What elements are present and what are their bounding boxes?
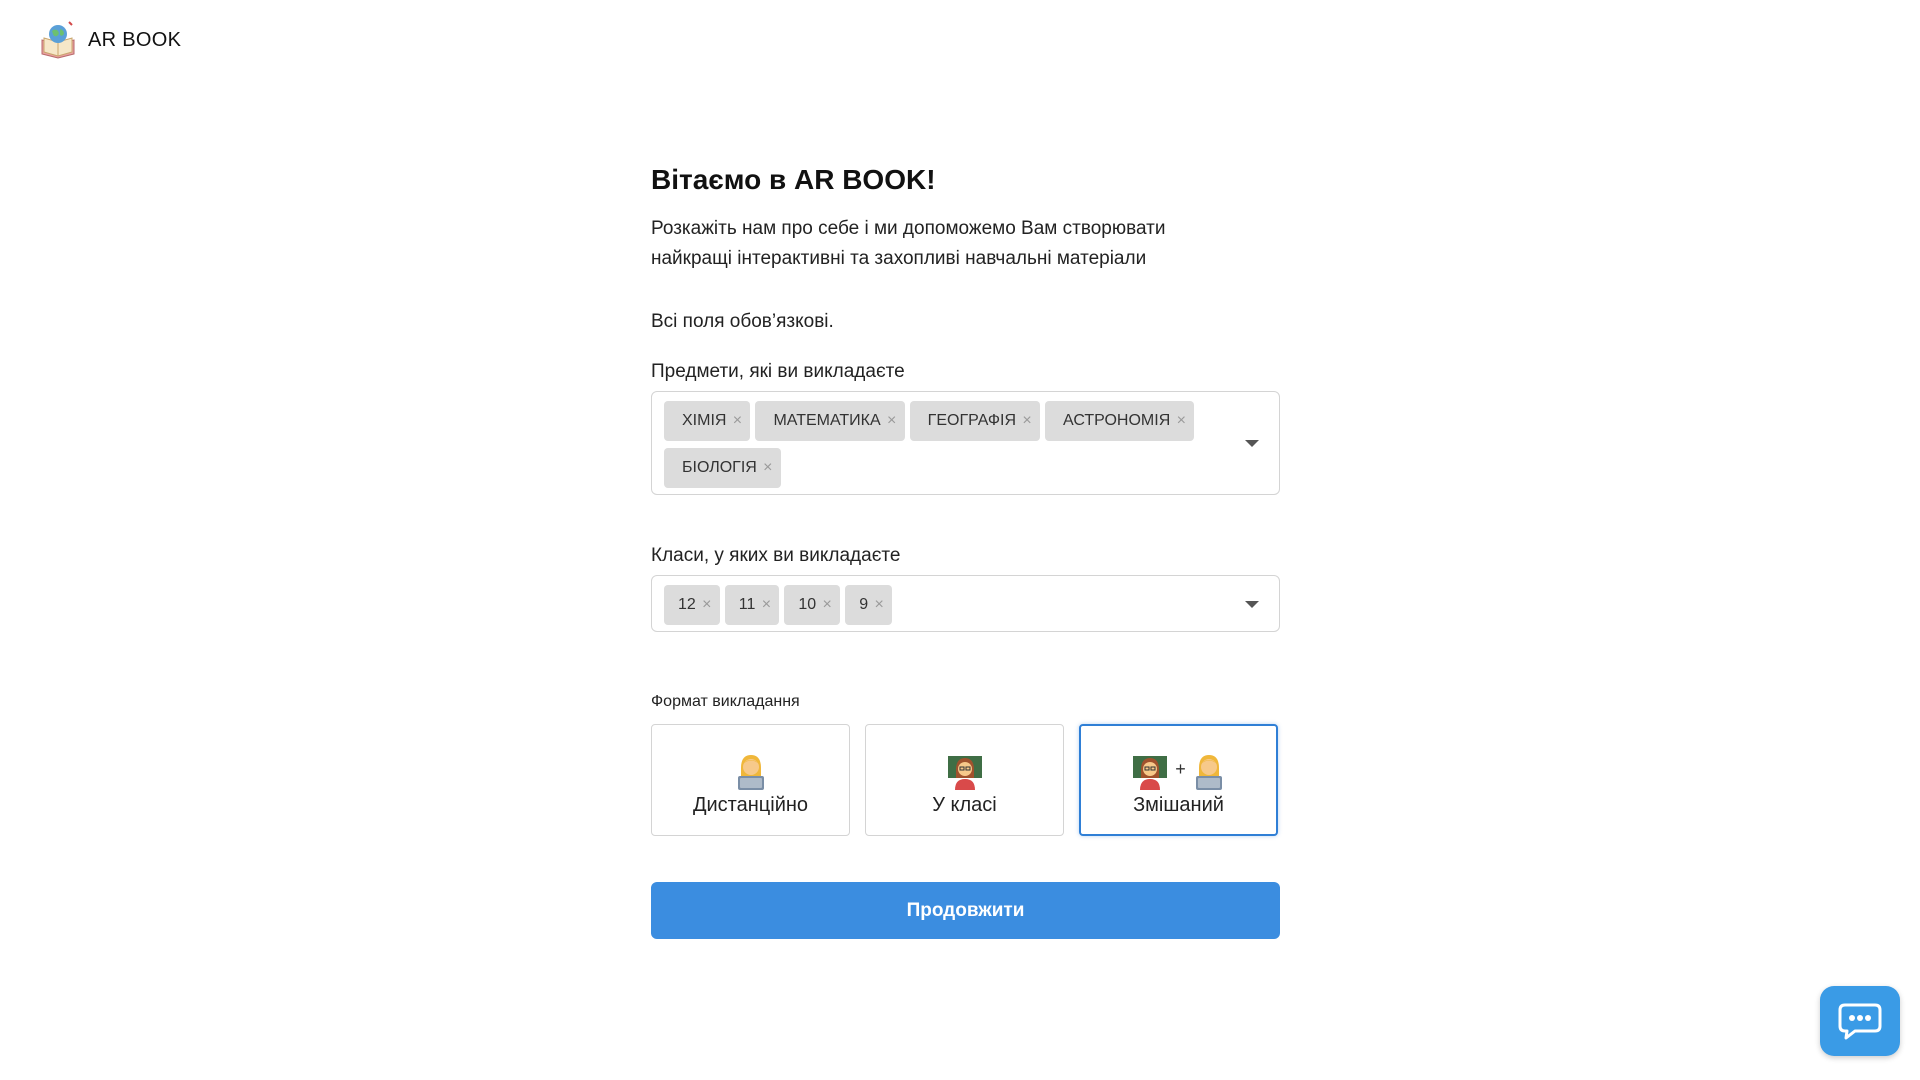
remote-teacher-icon [737, 754, 764, 790]
grade-chip-label: 11 [738, 596, 756, 613]
onboarding-form: Вітаємо в AR BOOK! Розкажіть нам про себ… [651, 160, 1280, 939]
subject-chip-label: ХІМІЯ [682, 412, 727, 429]
remove-chip-icon[interactable]: × [872, 597, 886, 613]
remove-chip-icon[interactable]: × [1174, 413, 1188, 429]
format-option-label: У класі [932, 793, 997, 816]
grade-chip-label: 9 [859, 596, 869, 613]
remove-chip-icon[interactable]: × [759, 597, 773, 613]
required-fields-note: Всі поля обов’язкові. [651, 311, 834, 332]
continue-button[interactable]: Продовжити [651, 882, 1280, 939]
chevron-down-icon[interactable] [1245, 440, 1259, 447]
mixed-format-icon: + [1131, 750, 1226, 790]
page-subtitle: Розкажіть нам про себе і ми допоможемо В… [651, 218, 1166, 269]
brand-name: AR BOOK [88, 28, 182, 51]
subject-chip-label: ГЕОГРАФІЯ [927, 412, 1017, 429]
subject-chip: АСТРОНОМІЯ × [1045, 401, 1195, 441]
classroom-teacher-icon [947, 755, 982, 790]
grades-multiselect[interactable]: 12 × 11 × 10 × 9 × [651, 575, 1280, 632]
chat-widget-button[interactable] [1820, 986, 1900, 1056]
format-options: Дистанційно У класі + Змішаний [651, 724, 1280, 836]
chat-bubble-icon [1838, 1003, 1882, 1040]
subject-chip-label: АСТРОНОМІЯ [1063, 412, 1171, 429]
subject-chip: ХІМІЯ × [664, 401, 751, 441]
page-title: Вітаємо в AR BOOK! [651, 164, 936, 195]
subject-chip-label: МАТЕМАТИКА [773, 412, 881, 429]
grade-chip-label: 12 [678, 596, 696, 613]
brand-logo[interactable]: AR BOOK [38, 20, 181, 60]
grade-chip: 11 × [724, 585, 780, 625]
chevron-down-icon[interactable] [1245, 600, 1259, 608]
remove-chip-icon[interactable]: × [700, 597, 714, 613]
format-option-mixed[interactable]: + Змішаний [1079, 724, 1278, 836]
grade-chip: 10 × [784, 585, 841, 625]
remove-chip-icon[interactable]: × [761, 460, 775, 476]
format-label: Формат викладання [651, 693, 800, 710]
book-globe-icon [41, 21, 75, 59]
remove-chip-icon[interactable]: × [1020, 413, 1034, 429]
classroom-teacher-icon [1133, 755, 1168, 790]
format-option-classroom[interactable]: У класі [865, 724, 1064, 836]
format-option-label: Змішаний [1133, 793, 1224, 816]
remote-teacher-icon [1195, 754, 1222, 790]
subjects-label: Предмети, які ви викладаєте [651, 361, 905, 382]
subject-chip: МАТЕМАТИКА × [755, 401, 905, 441]
plus-sign: + [1175, 759, 1186, 779]
subject-chip: БІОЛОГІЯ × [664, 448, 781, 488]
grade-chip: 12 × [664, 585, 720, 625]
grade-chip-label: 10 [798, 596, 817, 613]
subject-chip-label: БІОЛОГІЯ [682, 459, 757, 476]
subject-chip: ГЕОГРАФІЯ × [909, 401, 1041, 441]
grades-label: Класи, у яких ви викладаєте [651, 545, 901, 566]
remove-chip-icon[interactable]: × [730, 413, 744, 429]
remove-chip-icon[interactable]: × [820, 597, 834, 613]
format-option-remote[interactable]: Дистанційно [651, 724, 850, 836]
subjects-multiselect[interactable]: ХІМІЯ × МАТЕМАТИКА × ГЕОГРАФІЯ × АСТРОНО… [651, 391, 1280, 495]
grade-chip: 9 × [845, 585, 893, 625]
remove-chip-icon[interactable]: × [885, 413, 899, 429]
format-option-label: Дистанційно [692, 793, 809, 816]
